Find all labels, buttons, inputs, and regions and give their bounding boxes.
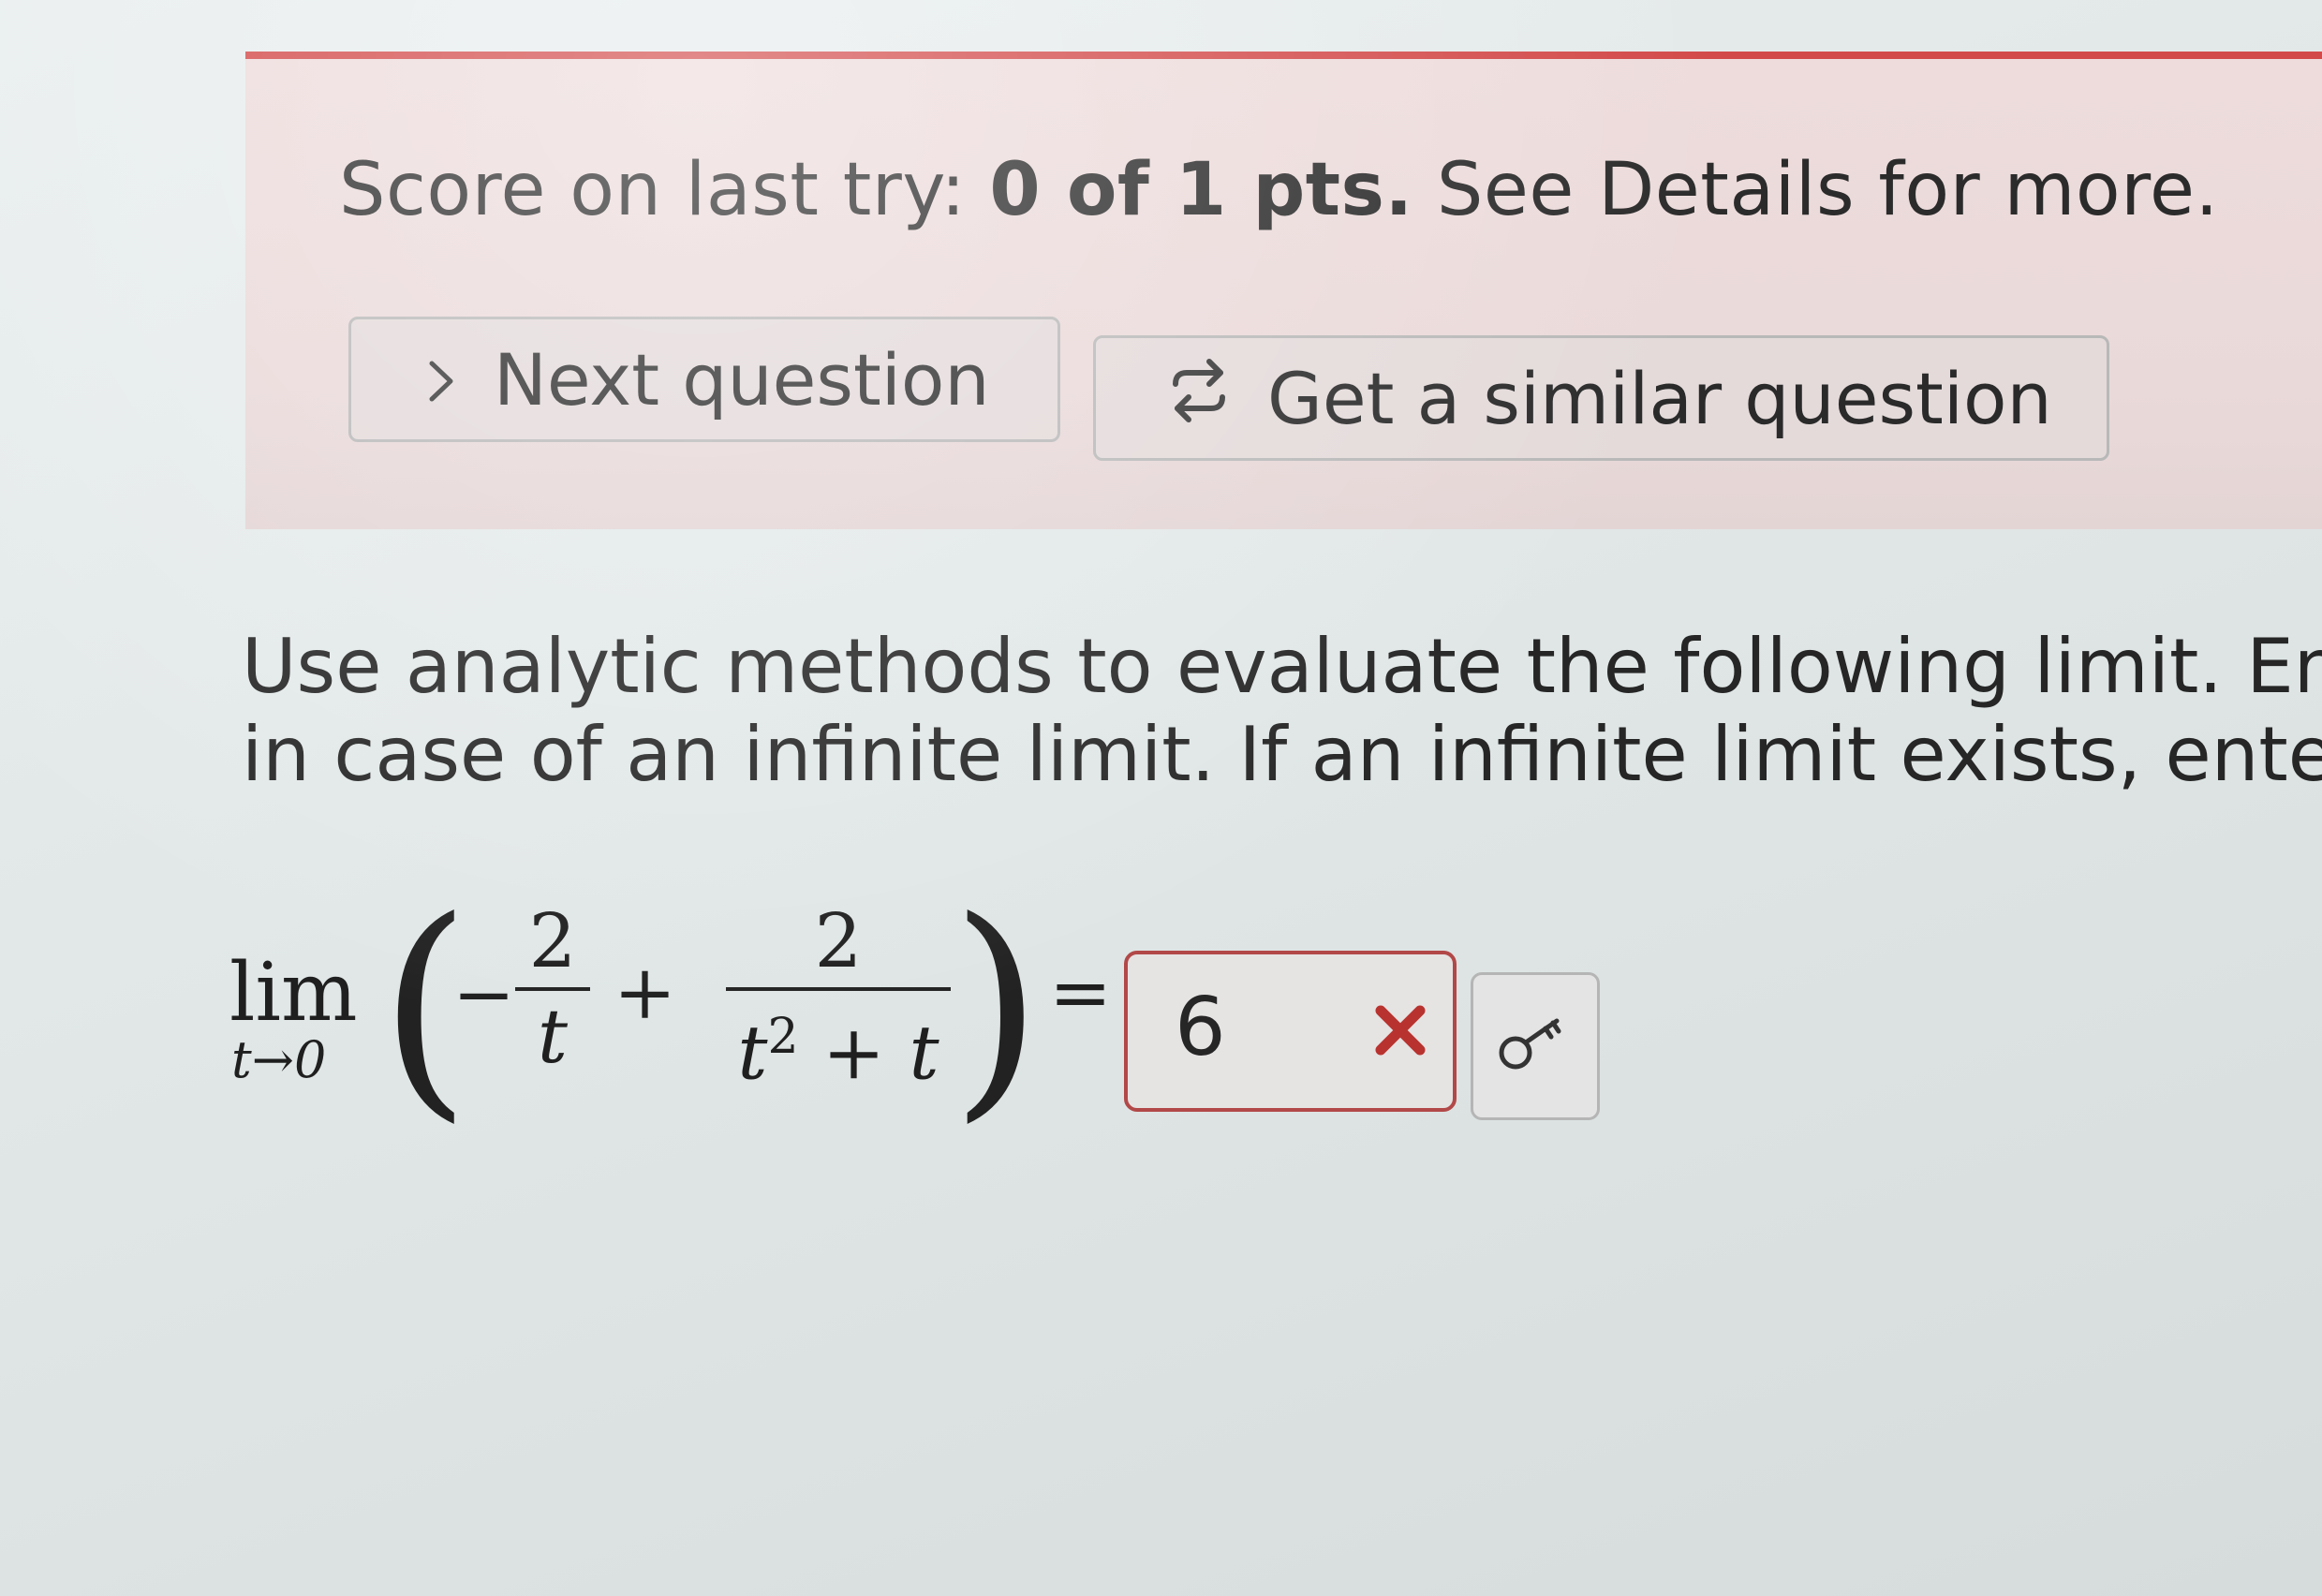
frac2-denominator: t2 + t: [737, 1009, 939, 1097]
similar-question-button[interactable]: Get a similar question: [1093, 335, 2109, 461]
score-prefix: Score on last try:: [339, 148, 990, 232]
frac1-denominator: t: [537, 993, 569, 1080]
key-button[interactable]: [1471, 972, 1600, 1120]
lim-subscript: t→0: [231, 1030, 327, 1089]
page: Score on last try: 0 of 1 pts. See Detai…: [0, 0, 2322, 1596]
frac2-numerator: 2: [814, 897, 863, 984]
answer-input[interactable]: 6: [1124, 951, 1457, 1112]
question-text: Use analytic methods to evaluate the fol…: [242, 623, 2322, 799]
equals-sign: =: [1049, 949, 1113, 1036]
lim-operator: lim: [229, 946, 358, 1040]
answer-value[interactable]: 6: [1175, 981, 1226, 1074]
x-mark-icon: [1371, 1001, 1429, 1059]
chevron-right-icon: [426, 338, 458, 421]
similar-question-label: Get a similar question: [1267, 356, 2052, 440]
key-icon: [1493, 1012, 1577, 1081]
frac1-bar: [515, 987, 590, 991]
score-points: 0 of 1 pts.: [989, 148, 1413, 232]
fraction-2-over-t2-plus-t: 2 t2 + t: [726, 899, 951, 1096]
question-line-2: in case of an infinite limit. If an infi…: [242, 711, 2322, 798]
score-text: Score on last try: 0 of 1 pts. See Detai…: [339, 148, 2219, 232]
minus-sign: −: [452, 951, 516, 1038]
plus-sign: +: [614, 949, 677, 1036]
refresh-arrows-icon: [1166, 357, 1232, 440]
right-paren: ): [951, 870, 1043, 1143]
next-question-button[interactable]: Next question: [348, 317, 1060, 442]
frac2-bar: [726, 987, 951, 991]
limit-expression: lim t→0 ( − 2 t + 2 t2 + t ) = 6: [229, 890, 2103, 1157]
question-line-1: Use analytic methods to evaluate the fol…: [242, 623, 2322, 710]
next-question-label: Next question: [494, 337, 990, 421]
score-feedback-panel: Score on last try: 0 of 1 pts. See Detai…: [245, 52, 2322, 529]
frac1-numerator: 2: [528, 897, 577, 984]
score-suffix: See Details for more.: [1412, 148, 2219, 232]
fraction-2-over-t: 2 t: [515, 899, 590, 1079]
